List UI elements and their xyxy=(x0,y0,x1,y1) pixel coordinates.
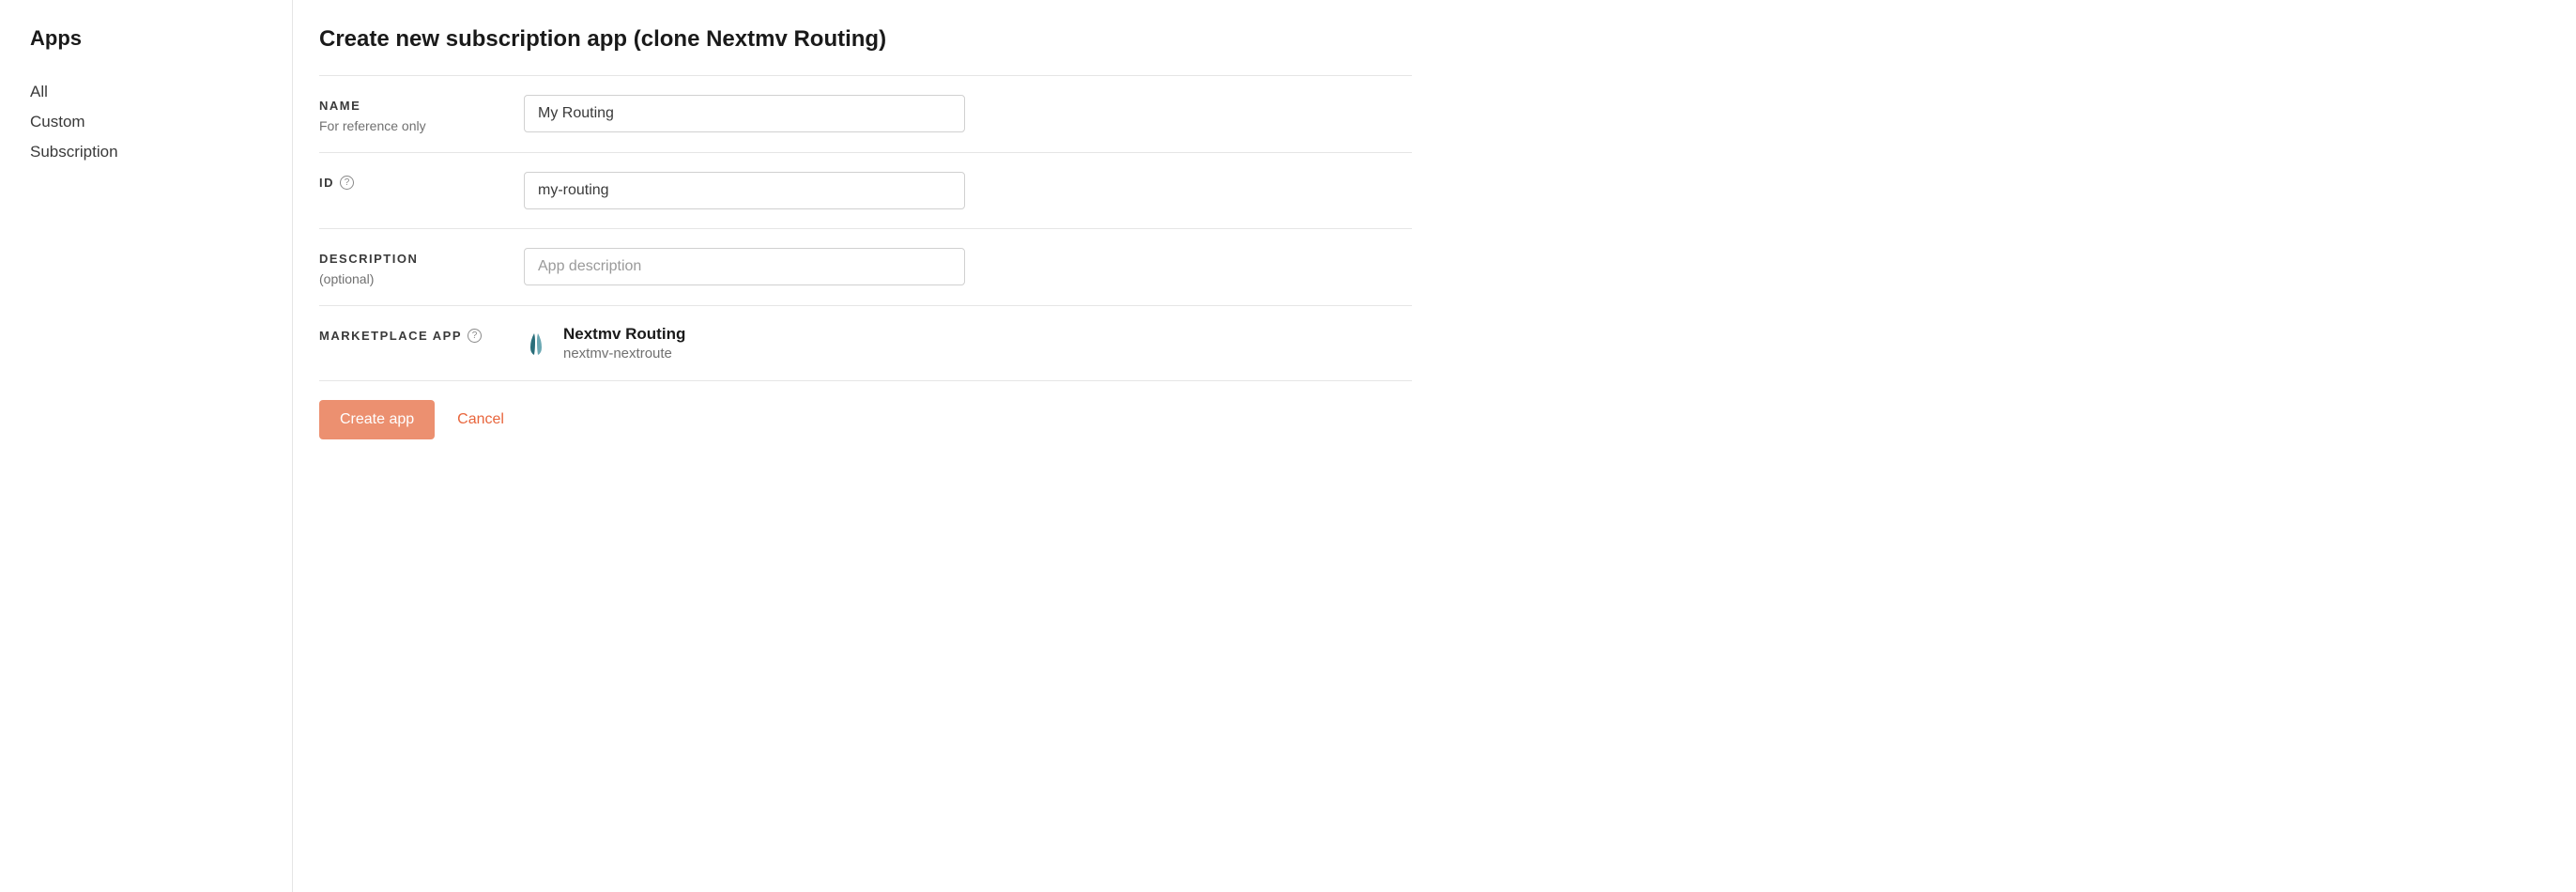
description-input[interactable] xyxy=(524,248,965,285)
sidebar-item-all[interactable]: All xyxy=(30,77,262,107)
sidebar-nav: All Custom Subscription xyxy=(30,77,262,167)
input-col xyxy=(524,95,965,132)
input-col xyxy=(524,172,965,209)
sidebar-item-custom[interactable]: Custom xyxy=(30,107,262,137)
form-row-name: NAME For reference only xyxy=(319,76,1412,153)
create-app-button[interactable]: Create app xyxy=(319,400,435,439)
help-icon[interactable]: ? xyxy=(468,329,482,343)
app-info: Nextmv Routing nextmv-nextroute xyxy=(563,325,685,361)
page-title: Create new subscription app (clone Nextm… xyxy=(319,26,1412,53)
actions-row: Create app Cancel xyxy=(319,381,1412,439)
help-icon[interactable]: ? xyxy=(340,176,354,190)
name-label: NAME xyxy=(319,99,524,113)
description-sublabel: (optional) xyxy=(319,271,524,286)
main-content: Create new subscription app (clone Nextm… xyxy=(293,0,1438,892)
form-row-marketplace: MARKETPLACE APP ? Nextmv Routing nextmv-… xyxy=(319,306,1412,381)
cancel-button[interactable]: Cancel xyxy=(457,411,504,428)
form-row-description: DESCRIPTION (optional) xyxy=(319,229,1412,306)
marketplace-label-text: MARKETPLACE APP xyxy=(319,329,462,343)
id-label-text: ID xyxy=(319,176,334,190)
id-label: ID ? xyxy=(319,176,524,190)
sidebar-item-subscription[interactable]: Subscription xyxy=(30,137,262,167)
form: NAME For reference only ID ? DESCRIPTION… xyxy=(319,75,1412,439)
marketplace-label: MARKETPLACE APP ? xyxy=(319,329,524,343)
marketplace-app-name: Nextmv Routing xyxy=(563,325,685,344)
marketplace-app: Nextmv Routing nextmv-nextroute xyxy=(524,325,965,361)
label-col: ID ? xyxy=(319,172,524,190)
input-col: Nextmv Routing nextmv-nextroute xyxy=(524,325,965,361)
leaf-icon xyxy=(524,331,550,357)
id-input[interactable] xyxy=(524,172,965,209)
input-col xyxy=(524,248,965,285)
label-col: NAME For reference only xyxy=(319,95,524,133)
form-row-id: ID ? xyxy=(319,153,1412,229)
label-col: DESCRIPTION (optional) xyxy=(319,248,524,286)
name-input[interactable] xyxy=(524,95,965,132)
marketplace-app-id: nextmv-nextroute xyxy=(563,346,685,361)
sidebar-title: Apps xyxy=(30,26,262,51)
label-col: MARKETPLACE APP ? xyxy=(319,325,524,343)
name-sublabel: For reference only xyxy=(319,118,524,133)
description-label: DESCRIPTION xyxy=(319,252,524,266)
sidebar: Apps All Custom Subscription xyxy=(0,0,293,892)
